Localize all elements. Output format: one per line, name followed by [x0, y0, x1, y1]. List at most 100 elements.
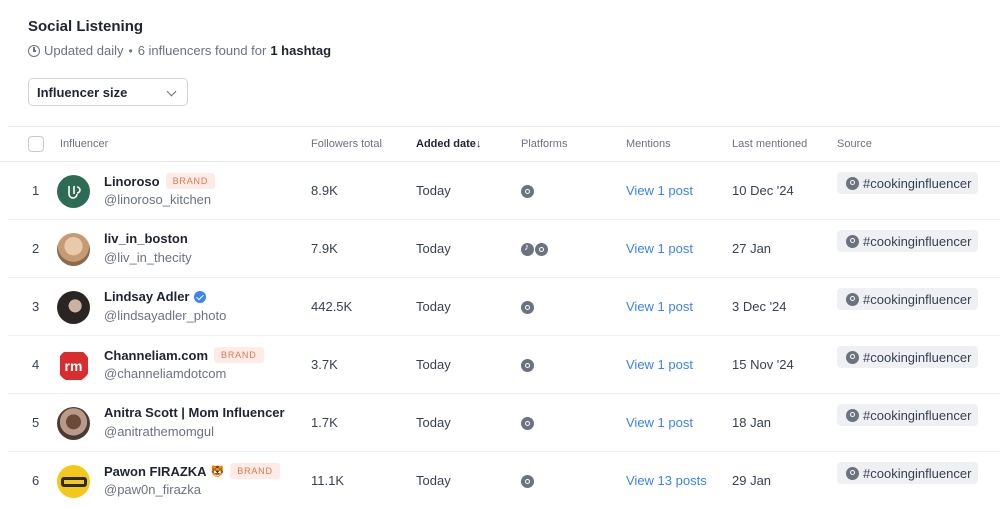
source-hashtag-chip[interactable]: #cookinginfluencer [837, 346, 978, 368]
view-posts-link[interactable]: View 1 post [626, 183, 693, 198]
last-mentioned: 27 Jan [732, 241, 772, 256]
instagram-icon [535, 243, 548, 256]
table-header: Influencer Followers total Added date↓ P… [0, 126, 1000, 162]
last-mentioned: 10 Dec '24 [732, 183, 794, 198]
influencer-handle: @paw0n_firazka [104, 482, 202, 497]
page-subtitle: Updated daily • 6 influencers found for … [28, 43, 331, 58]
brand-badge: BRAND [165, 173, 216, 189]
followers-total: 8.9K [311, 183, 338, 198]
platforms [521, 185, 534, 198]
row-index: 1 [32, 183, 40, 198]
influencer-size-dropdown[interactable]: Influencer size [28, 78, 188, 106]
instagram-icon [846, 234, 859, 248]
table-row[interactable]: 6 Pawon FIRAZKA 🐯 BRAND @paw0n_firazka 11.1K T… [8, 452, 1000, 509]
added-date: Today [416, 183, 451, 198]
updated-text: Updated daily [44, 43, 124, 58]
row-index: 3 [32, 299, 40, 314]
instagram-icon [521, 417, 534, 430]
influencer-name-line: Linoroso BRAND [104, 173, 216, 189]
platforms [521, 359, 534, 372]
added-date: Today [416, 357, 451, 372]
tiger-emoji: 🐯 [210, 465, 225, 478]
platforms [521, 475, 534, 488]
found-text: 6 influencers found for [137, 43, 267, 58]
table-row[interactable]: 5 Anitra Scott | Mom Influencer @anitrathe… [8, 394, 1000, 452]
view-posts-link[interactable]: View 1 post [626, 357, 693, 372]
added-date: Today [416, 415, 451, 430]
influencer-name-line: Pawon FIRAZKA 🐯 BRAND [104, 463, 280, 479]
followers-total: 7.9K [311, 241, 338, 256]
added-date: Today [416, 299, 451, 314]
col-source[interactable]: Source [837, 138, 872, 150]
source-hashtag: #cookinginfluencer [863, 349, 972, 365]
instagram-icon [521, 359, 534, 372]
followers-total: 1.7K [311, 415, 338, 430]
influencer-handle: @anitrathemomgul [104, 424, 215, 439]
influencer-name[interactable]: Lindsay Adler [104, 289, 189, 304]
influencer-name[interactable]: Anitra Scott | Mom Influencer [104, 405, 285, 420]
avatar: rm [57, 349, 90, 382]
view-posts-link[interactable]: View 1 post [626, 415, 693, 430]
influencer-name-line: Lindsay Adler [104, 289, 207, 304]
col-platforms[interactable]: Platforms [521, 138, 567, 150]
influencer-name[interactable]: Pawon FIRAZKA [104, 464, 207, 479]
last-mentioned: 29 Jan [732, 473, 772, 488]
source-hashtag: #cookinginfluencer [863, 291, 972, 307]
instagram-icon [521, 475, 534, 488]
row-index: 5 [32, 415, 40, 430]
view-posts-link[interactable]: View 13 posts [626, 473, 707, 488]
clock-icon [28, 44, 40, 57]
found-hashtag-count: 1 hashtag [270, 43, 332, 58]
instagram-icon [846, 466, 859, 480]
followers-total: 442.5K [311, 299, 353, 314]
table-row[interactable]: 2 liv_in_boston @liv_in_thecity 7.9K Today Vi… [8, 220, 1000, 278]
source-hashtag-chip[interactable]: #cookinginfluencer [837, 230, 978, 252]
view-posts-link[interactable]: View 1 post [626, 299, 693, 314]
col-followers[interactable]: Followers total [311, 138, 382, 150]
source-hashtag-chip[interactable]: #cookinginfluencer [837, 172, 978, 194]
influencer-handle: @linoroso_kitchen [104, 192, 212, 207]
col-added-date[interactable]: Added date↓ [416, 138, 481, 150]
avatar [57, 175, 90, 208]
source-hashtag: #cookinginfluencer [863, 407, 972, 423]
avatar [57, 233, 90, 266]
brand-badge: BRAND [214, 347, 264, 363]
avatar [57, 407, 90, 440]
table-row[interactable]: 3 Lindsay Adler @lindsayadler_photo 442.5K T… [8, 278, 1000, 336]
influencer-name-line: Anitra Scott | Mom Influencer [104, 405, 285, 420]
avatar [57, 291, 90, 324]
source-hashtag-chip[interactable]: #cookinginfluencer [837, 462, 978, 484]
source-hashtag: #cookinginfluencer [863, 175, 972, 191]
row-index: 4 [32, 357, 40, 372]
influencer-name[interactable]: Linoroso [104, 174, 160, 189]
col-mentions[interactable]: Mentions [626, 138, 671, 150]
col-influencer[interactable]: Influencer [60, 138, 108, 150]
table-row[interactable]: 4 rm Channeliam.com BRAND @channeliamdotcom 3… [8, 336, 1000, 394]
col-last-mentioned[interactable]: Last mentioned [732, 138, 807, 150]
chevron-down-icon [166, 86, 177, 97]
source-hashtag-chip[interactable]: #cookinginfluencer [837, 288, 978, 310]
source-hashtag: #cookinginfluencer [863, 233, 972, 249]
added-date: Today [416, 473, 451, 488]
source-hashtag-chip[interactable]: #cookinginfluencer [837, 404, 978, 426]
view-posts-link[interactable]: View 1 post [626, 241, 693, 256]
influencer-name-line: liv_in_boston [104, 231, 188, 246]
influencer-handle: @liv_in_thecity [104, 250, 192, 265]
verified-badge-icon [194, 290, 207, 303]
influencer-name[interactable]: Channeliam.com [104, 348, 208, 363]
select-all-checkbox[interactable] [28, 136, 44, 152]
influencer-name-line: Channeliam.com BRAND [104, 347, 264, 363]
influencer-name[interactable]: liv_in_boston [104, 231, 188, 246]
source-hashtag: #cookinginfluencer [863, 465, 972, 481]
influencer-handle: @lindsayadler_photo [104, 308, 227, 323]
followers-total: 11.1K [311, 473, 345, 488]
table-row[interactable]: 1 Linoroso BRAND @linoroso_kitchen 8.9K Today… [8, 162, 1000, 220]
instagram-icon [846, 408, 859, 422]
platforms [521, 417, 534, 430]
last-mentioned: 15 Nov '24 [732, 357, 794, 372]
influencer-size-label: Influencer size [37, 84, 128, 100]
instagram-icon [846, 350, 859, 364]
channeliam-logo-icon: rm [59, 351, 88, 380]
instagram-icon [521, 301, 534, 314]
instagram-icon [846, 292, 859, 306]
